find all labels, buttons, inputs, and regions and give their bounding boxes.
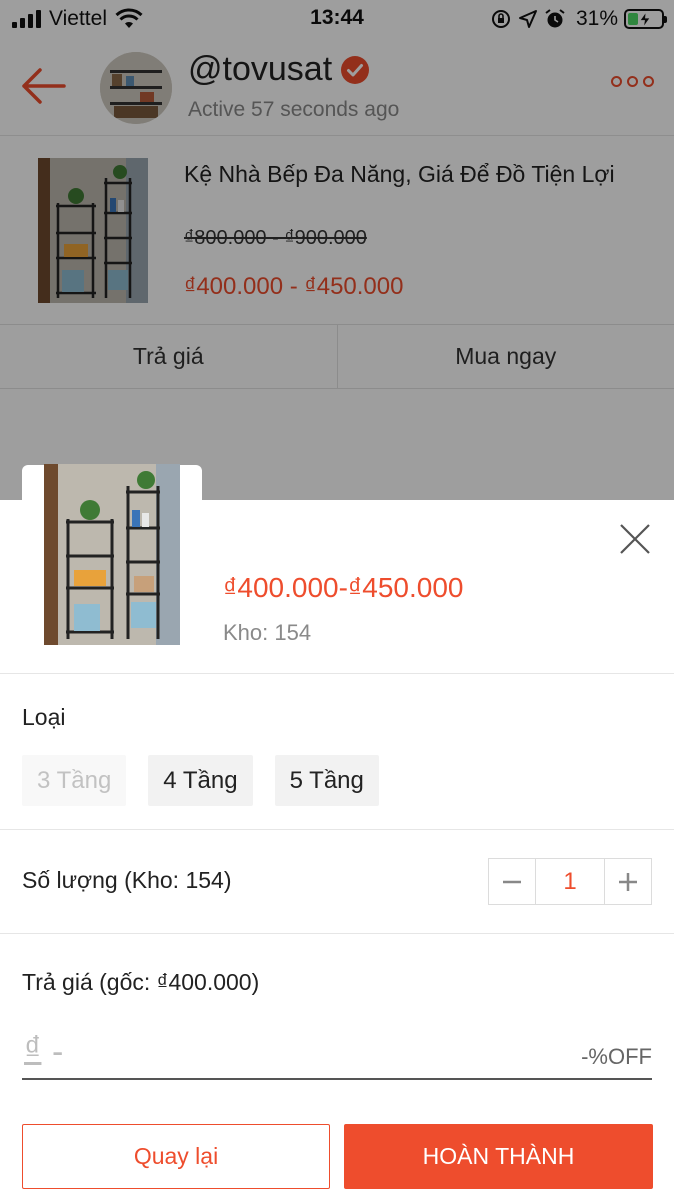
quantity-value[interactable]: 1	[535, 859, 605, 904]
quantity-label: Số lượng (Kho: 154)	[22, 867, 232, 893]
stock-count: Kho: 154	[223, 620, 312, 645]
back-button-sheet[interactable]: Quay lại	[22, 1124, 330, 1189]
divider	[0, 933, 674, 934]
sheet-price-range: ₫400.000-₫450.000	[223, 572, 464, 603]
variant-option-3-tang: 3 Tầng	[22, 755, 127, 806]
quantity-stepper: 1	[488, 858, 652, 905]
minus-icon	[503, 880, 521, 883]
plus-icon	[619, 872, 637, 891]
close-button[interactable]	[618, 522, 652, 556]
offer-price-input[interactable]	[52, 1028, 452, 1076]
currency-symbol: ₫	[24, 1030, 42, 1068]
sheet-product-image[interactable]	[44, 464, 180, 645]
divider	[0, 829, 674, 830]
variant-option-4-tang[interactable]: 4 Tầng	[148, 755, 253, 806]
variant-options: 3 Tầng 4 Tầng 5 Tầng	[22, 755, 379, 806]
divider	[0, 673, 674, 674]
offer-input-row: ₫ -%OFF	[22, 1028, 652, 1080]
variant-option-5-tang[interactable]: 5 Tầng	[274, 755, 379, 806]
modal-overlay[interactable]	[0, 0, 674, 500]
percent-off: -%OFF	[581, 1044, 652, 1069]
increase-button[interactable]	[605, 859, 651, 904]
variant-label: Loại	[22, 704, 66, 730]
done-button[interactable]: HOÀN THÀNH	[344, 1124, 653, 1189]
offer-price-label: Trả giá (gốc: ₫400.000)	[22, 969, 260, 995]
decrease-button[interactable]	[489, 859, 535, 904]
close-icon	[620, 524, 650, 554]
